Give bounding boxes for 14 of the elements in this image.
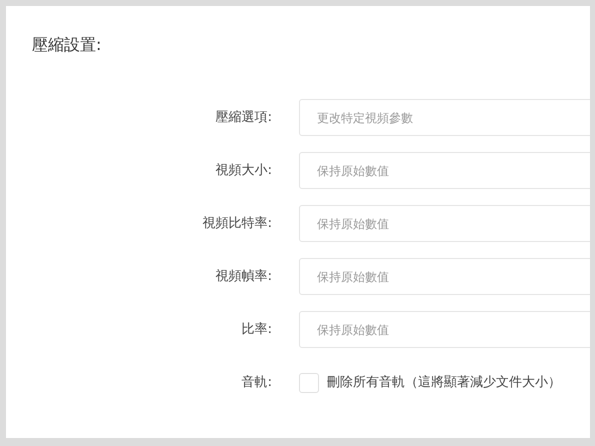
field-label: 音軌: — [242, 374, 272, 392]
input-field[interactable]: 保持原始數值 — [299, 205, 590, 242]
field-label: 視頻大小: — [216, 162, 272, 180]
checkbox[interactable] — [299, 372, 319, 392]
field-label: 壓縮選項: — [216, 108, 272, 127]
field-label: 視頻比特率: — [202, 214, 272, 233]
input-field[interactable]: 保持原始數值 — [299, 311, 590, 348]
section-title: 壓縮設置: — [32, 35, 102, 54]
field-label: 視頻幀率: — [216, 268, 272, 286]
checkbox-label: 刪除所有音軌（這將顯著減少文件大小） — [327, 374, 561, 392]
field-label: 比率: — [242, 320, 272, 339]
input-field[interactable]: 保持原始數值 — [299, 152, 590, 189]
input-field[interactable]: 更改特定視頻參數 — [299, 99, 590, 136]
input-field[interactable]: 保持原始數值 — [299, 258, 590, 295]
